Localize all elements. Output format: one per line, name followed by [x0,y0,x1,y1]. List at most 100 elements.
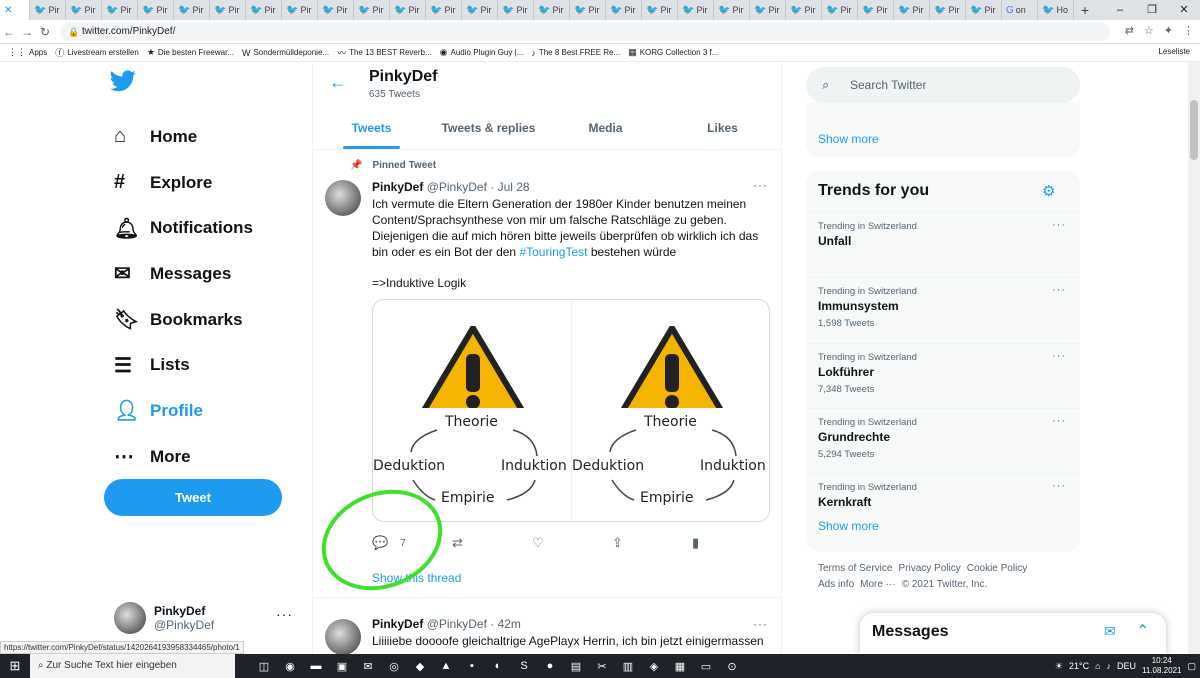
tweet-handle-date[interactable]: @PinkyDef · Jul 28 [427,180,530,194]
search-input[interactable]: ⌕ Search Twitter [806,67,1080,103]
clock[interactable]: 10:24 11.08.2021 [1142,656,1181,676]
trend-item[interactable]: Trending in Switzerland Immunsystem 1,598 … [806,277,1080,342]
task-view-icon[interactable]: ◫ [251,660,277,673]
footer-link[interactable]: Cookie Policy [967,563,1028,574]
app-icon[interactable]: ⊙ [719,660,745,673]
browser-tab[interactable]: 🐦 Pir [318,0,354,20]
nav-item-messages[interactable]: ✉ Messages [114,251,253,297]
app-icon[interactable]: ◐ [485,660,511,673]
menu-dots-icon[interactable]: ⋮ [1183,24,1194,37]
trend-item[interactable]: Trending in Switzerland Grundrechte 5,294 … [806,407,1080,473]
tab-media[interactable]: Media [547,106,664,149]
browser-tab[interactable]: 🐦 Pir [534,0,570,20]
scrollbar[interactable] [1188,62,1200,654]
browser-tab[interactable]: 🐦 Pir [66,0,102,20]
browser-tab[interactable]: 🐦 Pir [822,0,858,20]
bookmark-item[interactable]: ◉ Audio Plugin Guy |... [440,47,524,58]
bookmark-item[interactable]: 〰 The 13 BEST Reverb... [337,46,432,59]
weather-temp[interactable]: 21°C [1069,661,1089,671]
browser-tab[interactable]: 🐦 Pir [930,0,966,20]
chrome-icon[interactable]: ◎ [381,660,407,673]
browser-tab-active[interactable]: ✕ [0,0,30,20]
star-icon[interactable]: ☆ [1144,24,1154,37]
tweet-handle-date[interactable]: @PinkyDef · 42m [427,617,521,631]
tweet-author[interactable]: PinkyDef [372,617,423,631]
app-icon[interactable]: ✂ [589,660,615,673]
footer-link[interactable]: Terms of Service [818,563,892,574]
tweet-avatar[interactable] [325,180,361,216]
browser-tab[interactable]: 🐦 Pir [894,0,930,20]
trends-show-more-link[interactable]: Show more [818,519,879,533]
more-dots-icon[interactable]: ··· [276,606,293,622]
taskbar-search-input[interactable]: ⌕ Zur Suche Text hier eingeben [30,654,235,678]
messages-drawer[interactable]: Messages ✉ ⌃ [860,613,1166,654]
hashtag-link[interactable]: #TouringTest [519,245,587,259]
browser-tab[interactable]: 🐦 Pir [282,0,318,20]
tweet-image[interactable]: Theorie Deduktion Induktion Empirie Theo… [372,299,770,522]
back-arrow-icon[interactable]: ← [329,72,347,93]
footer-link[interactable]: Ads info [818,579,854,590]
store-icon[interactable]: ▣ [329,660,355,673]
tweet-author[interactable]: PinkyDef [372,180,423,194]
browser-tab[interactable]: 🐦 Pir [858,0,894,20]
trend-more-icon[interactable]: ··· [1052,415,1066,427]
nav-item-more[interactable]: ⋯ More [114,434,253,480]
account-switcher[interactable]: PinkyDef @PinkyDef ··· [114,602,292,634]
browser-tab[interactable]: 🐦 Pir [786,0,822,20]
browser-tab[interactable]: 🐦 Pir [498,0,534,20]
browser-tab[interactable]: 🐦 Pir [246,0,282,20]
browser-tab[interactable]: Gon [1002,0,1038,20]
browser-tab[interactable]: 🐦 Pir [30,0,66,20]
footer-link[interactable]: More ··· [860,579,896,590]
back-arrow-icon[interactable]: ← [0,25,18,39]
close-icon[interactable]: ✕ [1168,0,1200,20]
terminal-icon[interactable]: ▭ [693,660,719,673]
mail-app-icon[interactable]: ✉ [355,660,381,673]
nav-item-bookmarks[interactable]: 🔖︎ Bookmarks [114,297,253,343]
translate-icon[interactable]: ⇄ [1125,24,1134,37]
bookmark-item[interactable]: W Sondermülldeponie... [242,48,329,58]
scrollbar-thumb[interactable] [1190,100,1198,160]
show-more-link[interactable]: Show more [818,132,879,146]
trend-more-icon[interactable]: ··· [1052,284,1066,296]
browser-tab[interactable]: 🐦 Pir [966,0,1002,20]
trend-item[interactable]: Trending in Switzerland Unfall ··· [806,212,1080,277]
windows-start-icon[interactable]: ⊞ [0,658,30,674]
language-indicator[interactable]: DEU [1117,661,1136,671]
app-icon[interactable]: ◈ [641,660,667,673]
browser-tab[interactable]: 🐦 Pir [102,0,138,20]
maximize-icon[interactable]: ❐ [1136,0,1168,20]
retweet-icon[interactable]: ⇄ [452,535,463,551]
nav-item-explore[interactable]: # Explore [114,160,253,206]
puzzle-icon[interactable]: ✦ [1164,24,1173,37]
minimize-icon[interactable]: – [1104,0,1136,20]
browser-tab[interactable]: 🐦 Pir [570,0,606,20]
trend-more-icon[interactable]: ··· [1052,350,1066,362]
nav-item-notifications[interactable]: 🔔︎ Notifications [114,205,253,251]
nav-item-lists[interactable]: ☰ Lists [114,342,253,388]
reading-list[interactable]: Leseliste [1158,47,1190,56]
browser-tab[interactable]: 🐦 Pir [390,0,426,20]
browser-tab[interactable]: 🐦 Pir [642,0,678,20]
tweet-more-icon[interactable]: ··· [753,617,768,631]
browser-tab[interactable]: 🐦 Pir [606,0,642,20]
twitter-logo-icon[interactable] [110,70,136,99]
new-tab-icon[interactable]: + [1074,2,1096,18]
browser-tab[interactable]: 🐦 Pir [210,0,246,20]
reload-icon[interactable]: ↻ [36,25,54,39]
browser-tab[interactable]: 🐦 Pir [750,0,786,20]
network-icon[interactable]: ⌂ [1095,661,1100,671]
tweet-more-icon[interactable]: ··· [753,178,768,192]
bookmark-item[interactable]: ★ Die besten Freewar... [147,47,234,58]
footer-link[interactable]: Privacy Policy [898,563,960,574]
browser-tab[interactable]: 🐦 Pir [462,0,498,20]
browser-tab[interactable]: 🐦 Pir [174,0,210,20]
tab-tweets-replies[interactable]: Tweets & replies [430,106,547,149]
analytics-icon[interactable]: ▮ [692,535,699,551]
bookmark-item[interactable]: ⓕ Livestream erstellen [55,46,139,59]
app-icon[interactable]: ▥ [615,660,641,673]
folder-icon[interactable]: ▬ [303,660,329,673]
browser-tab[interactable]: 🐦 Pir [426,0,462,20]
tweet-button[interactable]: Tweet [104,479,282,516]
tab-tweets[interactable]: Tweets [313,106,430,149]
